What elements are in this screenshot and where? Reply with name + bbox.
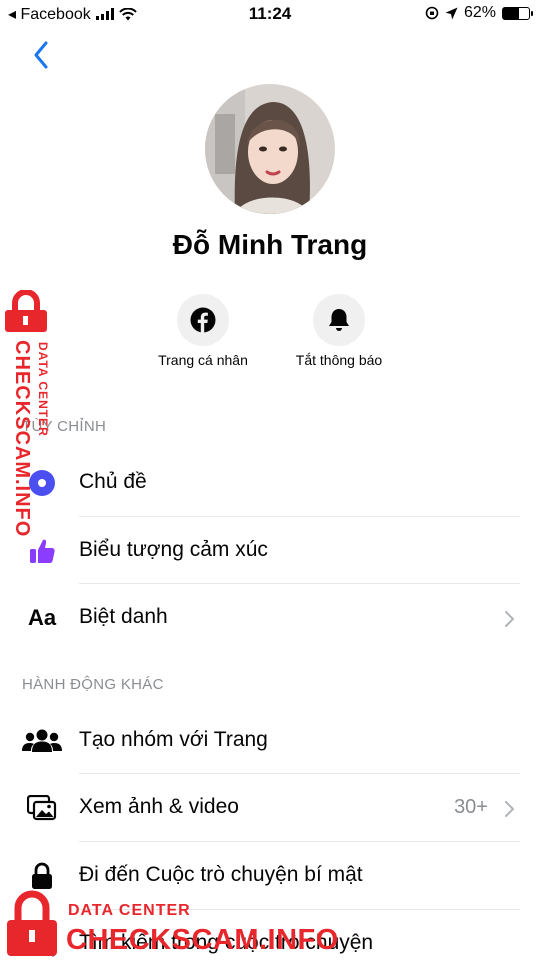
- chevron-right-icon: [505, 611, 514, 627]
- row-label-emoji: Biểu tượng cảm xúc: [79, 538, 268, 561]
- row-create-group[interactable]: Tạo nhóm với Trang: [0, 707, 540, 775]
- watermark-horizontal: DATA CENTER CHECKSCAM.INFO: [4, 884, 338, 960]
- profile-page-button[interactable]: Trang cá nhân: [128, 294, 278, 368]
- padlock-logo-icon: [7, 890, 57, 956]
- profile-name: Đỗ Minh Trang: [172, 229, 368, 260]
- watermark-vertical: CHECKSCAM.INFO DATA CENTER: [3, 290, 61, 552]
- orientation-lock-icon: [425, 6, 439, 20]
- chevron-left-icon: [34, 41, 48, 69]
- facebook-icon: [190, 307, 216, 333]
- row-media[interactable]: Xem ảnh & video 30+: [0, 774, 540, 842]
- section-header-other-actions: HÀNH ĐỘNG KHÁC: [22, 676, 164, 693]
- chevron-right-icon: [505, 801, 514, 817]
- profile-page-label: Trang cá nhân: [158, 352, 248, 368]
- battery-percent: 62%: [463, 4, 496, 21]
- row-nickname[interactable]: Aa Biệt danh: [0, 584, 540, 652]
- back-button[interactable]: [26, 38, 56, 72]
- row-emoji[interactable]: Biểu tượng cảm xúc: [0, 517, 540, 585]
- row-theme[interactable]: Chủ đề: [0, 449, 540, 517]
- row-label-create-group: Tạo nhóm với Trang: [79, 728, 268, 751]
- status-bar: ◂ Facebook 11:24 62%: [0, 0, 540, 28]
- group-icon: [22, 725, 62, 757]
- status-right: 62%: [425, 4, 533, 22]
- row-label-nickname: Biệt danh: [79, 605, 168, 628]
- media-icon: [22, 792, 62, 824]
- watermark-horizontal-line2: CHECKSCAM.INFO: [66, 924, 339, 956]
- mute-notifications-circle: [313, 294, 365, 346]
- location-icon: [445, 7, 458, 19]
- mute-notifications-button[interactable]: Tắt thông báo: [264, 294, 414, 368]
- battery-icon: [502, 6, 533, 20]
- row-label-theme: Chủ đề: [79, 470, 147, 493]
- nickname-icon: Aa: [27, 605, 57, 630]
- media-count: 30+: [454, 796, 488, 818]
- watermark-vertical-line2: CHECKSCAM.INFO: [11, 340, 33, 538]
- row-label-media: Xem ảnh & video: [79, 795, 239, 818]
- watermark-vertical-line1: DATA CENTER: [36, 342, 50, 437]
- watermark-horizontal-line1: DATA CENTER: [68, 902, 191, 919]
- padlock-logo-icon: [5, 290, 47, 332]
- profile-page-circle: [177, 294, 229, 346]
- avatar-photo: [205, 84, 335, 214]
- mute-notifications-label: Tắt thông báo: [295, 352, 383, 368]
- avatar[interactable]: [205, 84, 335, 214]
- bell-icon: [329, 309, 349, 331]
